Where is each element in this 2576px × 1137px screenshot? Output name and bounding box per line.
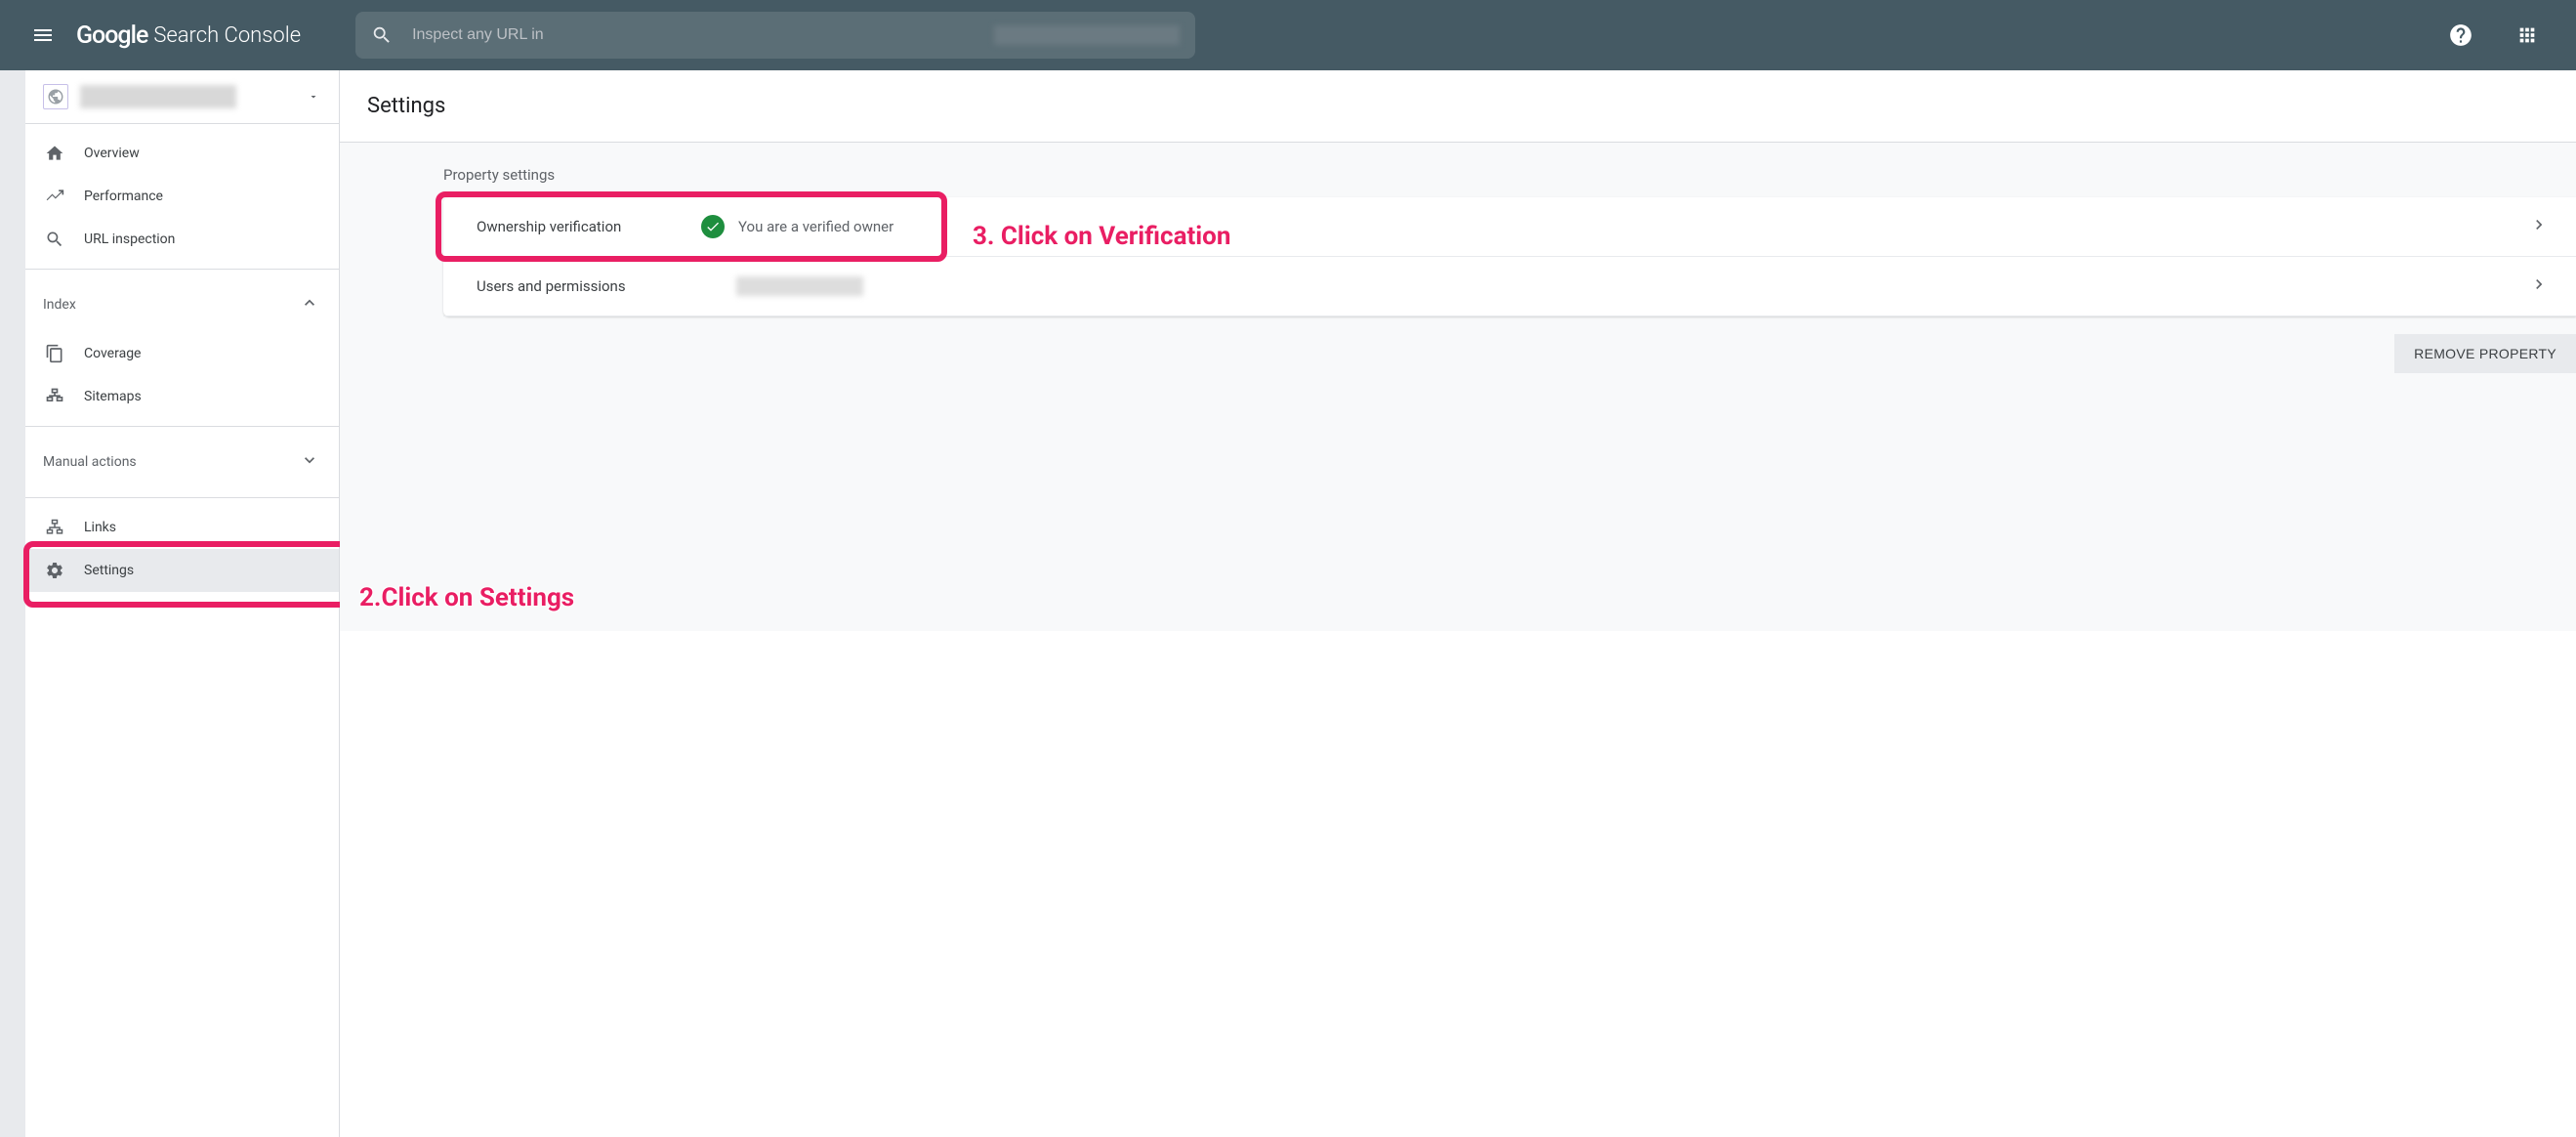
- help-button[interactable]: [2441, 16, 2480, 55]
- gear-icon: [43, 561, 66, 580]
- ownership-verification-row[interactable]: Ownership verification You are a verifie…: [443, 197, 2576, 257]
- section-label: Property settings: [443, 166, 2576, 184]
- logo-google: Google: [76, 21, 147, 50]
- chevron-right-icon: [2529, 274, 2549, 298]
- home-icon: [43, 144, 66, 163]
- remove-property-button[interactable]: REMOVE PROPERTY: [2394, 334, 2576, 373]
- sidebar-item-links[interactable]: Links: [25, 506, 339, 549]
- links-icon: [43, 518, 66, 537]
- row-label: Users and permissions: [477, 277, 701, 295]
- users-value-blur: [736, 276, 863, 296]
- check-circle-icon: [701, 215, 725, 238]
- coverage-icon: [43, 344, 66, 363]
- sidebar-item-url-inspection[interactable]: URL inspection: [25, 218, 339, 261]
- property-name-blur: [80, 85, 236, 108]
- search-property-blur: [994, 25, 1180, 45]
- sidebar-item-label: Overview: [84, 146, 140, 161]
- chevron-up-icon: [300, 293, 319, 316]
- sidebar-item-sitemaps[interactable]: Sitemaps: [25, 375, 339, 418]
- sidebar-item-overview[interactable]: Overview: [25, 132, 339, 175]
- search-icon: [371, 24, 393, 46]
- search-bar[interactable]: [355, 12, 1195, 59]
- chevron-down-icon: [300, 450, 319, 474]
- sidebar-item-settings[interactable]: Settings: [25, 549, 339, 592]
- page-title: Settings: [340, 70, 2576, 142]
- section-label: Index: [43, 297, 76, 313]
- chevron-right-icon: [2529, 215, 2549, 238]
- sidebar-item-label: Settings: [84, 563, 134, 578]
- ownership-status-text: You are a verified owner: [738, 218, 893, 235]
- row-label: Ownership verification: [477, 218, 701, 235]
- users-permissions-row[interactable]: Users and permissions: [443, 257, 2576, 316]
- sidebar-item-label: Coverage: [84, 346, 141, 361]
- sitemaps-icon: [43, 387, 66, 406]
- logo: Google Search Console: [76, 21, 301, 50]
- menu-button[interactable]: [20, 12, 66, 59]
- sidebar-item-performance[interactable]: Performance: [25, 175, 339, 218]
- sidebar-item-label: URL inspection: [84, 232, 175, 247]
- sidebar-item-coverage[interactable]: Coverage: [25, 332, 339, 375]
- section-label: Manual actions: [43, 454, 137, 470]
- caret-down-icon: [308, 88, 319, 106]
- logo-product: Search Console: [153, 23, 301, 48]
- sidebar-item-label: Sitemaps: [84, 389, 142, 404]
- apps-button[interactable]: [2508, 16, 2547, 55]
- search-input[interactable]: [412, 26, 994, 44]
- search-icon: [43, 230, 66, 249]
- sidebar-section-manual-actions[interactable]: Manual actions: [25, 435, 339, 489]
- property-selector[interactable]: [25, 70, 339, 124]
- sidebar-item-label: Performance: [84, 189, 163, 204]
- sidebar-section-index[interactable]: Index: [25, 277, 339, 332]
- globe-icon: [43, 84, 68, 109]
- sidebar-item-label: Links: [84, 520, 116, 535]
- performance-icon: [43, 187, 66, 206]
- edge-strip: [0, 70, 25, 1137]
